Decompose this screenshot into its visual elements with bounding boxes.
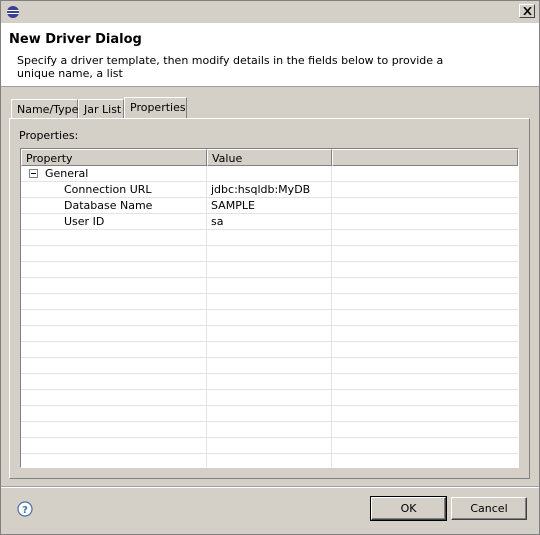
empty-table-row — [21, 294, 518, 310]
empty-table-row — [21, 454, 518, 467]
footer-separator — [1, 486, 539, 488]
table-row[interactable]: Database Name SAMPLE — [21, 198, 518, 214]
empty-rows — [21, 230, 518, 467]
close-button[interactable] — [519, 4, 535, 18]
tab-name-type[interactable]: Name/Type — [11, 99, 78, 118]
properties-panel: Properties: Property Value General Conne… — [9, 118, 530, 479]
tab-label: Properties — [130, 101, 186, 114]
table-header: Property Value — [21, 149, 518, 166]
column-header-property[interactable]: Property — [21, 149, 207, 166]
empty-table-row — [21, 406, 518, 422]
group-name: General — [45, 167, 89, 180]
dialog-description: Specify a driver template, then modify d… — [17, 54, 444, 80]
dialog-window: New Driver Dialog Specify a driver templ… — [0, 0, 540, 535]
empty-table-row — [21, 342, 518, 358]
eclipse-app-icon — [7, 6, 19, 18]
empty-table-row — [21, 326, 518, 342]
dialog-header: New Driver Dialog Specify a driver templ… — [1, 23, 539, 87]
empty-table-row — [21, 230, 518, 246]
table-body: General Connection URL jdbc:hsqldb:MyDB … — [21, 166, 518, 467]
tab-label: Name/Type — [17, 103, 79, 116]
tab-jar-list[interactable]: Jar List — [78, 99, 124, 118]
property-name: User ID — [21, 214, 207, 230]
table-row[interactable]: User ID sa — [21, 214, 518, 230]
column-header-value[interactable]: Value — [207, 149, 332, 166]
properties-label: Properties: — [19, 129, 79, 142]
column-header-empty[interactable] — [332, 149, 518, 166]
tab-properties[interactable]: Properties — [124, 97, 187, 118]
property-value[interactable]: sa — [207, 214, 332, 230]
empty-table-row — [21, 438, 518, 454]
empty-table-row — [21, 358, 518, 374]
ok-button[interactable]: OK — [370, 496, 447, 521]
empty-table-row — [21, 246, 518, 262]
empty-table-row — [21, 390, 518, 406]
empty-table-row — [21, 278, 518, 294]
title-bar — [1, 1, 539, 23]
collapse-icon[interactable] — [29, 169, 38, 178]
tab-label: Jar List — [84, 103, 122, 116]
empty-table-row — [21, 422, 518, 438]
properties-table[interactable]: Property Value General Connection URL jd… — [20, 148, 519, 468]
help-icon[interactable]: ? — [17, 501, 33, 517]
dialog-title: New Driver Dialog — [9, 32, 142, 47]
property-value[interactable]: SAMPLE — [207, 198, 332, 214]
table-row-group[interactable]: General — [21, 166, 518, 182]
empty-table-row — [21, 374, 518, 390]
property-value[interactable]: jdbc:hsqldb:MyDB — [207, 182, 332, 198]
empty-table-row — [21, 310, 518, 326]
property-name: Database Name — [21, 198, 207, 214]
cancel-button[interactable]: Cancel — [451, 497, 527, 520]
svg-text:?: ? — [22, 505, 28, 516]
property-name: Connection URL — [21, 182, 207, 198]
table-row[interactable]: Connection URL jdbc:hsqldb:MyDB — [21, 182, 518, 198]
empty-table-row — [21, 262, 518, 278]
close-icon — [523, 7, 532, 15]
